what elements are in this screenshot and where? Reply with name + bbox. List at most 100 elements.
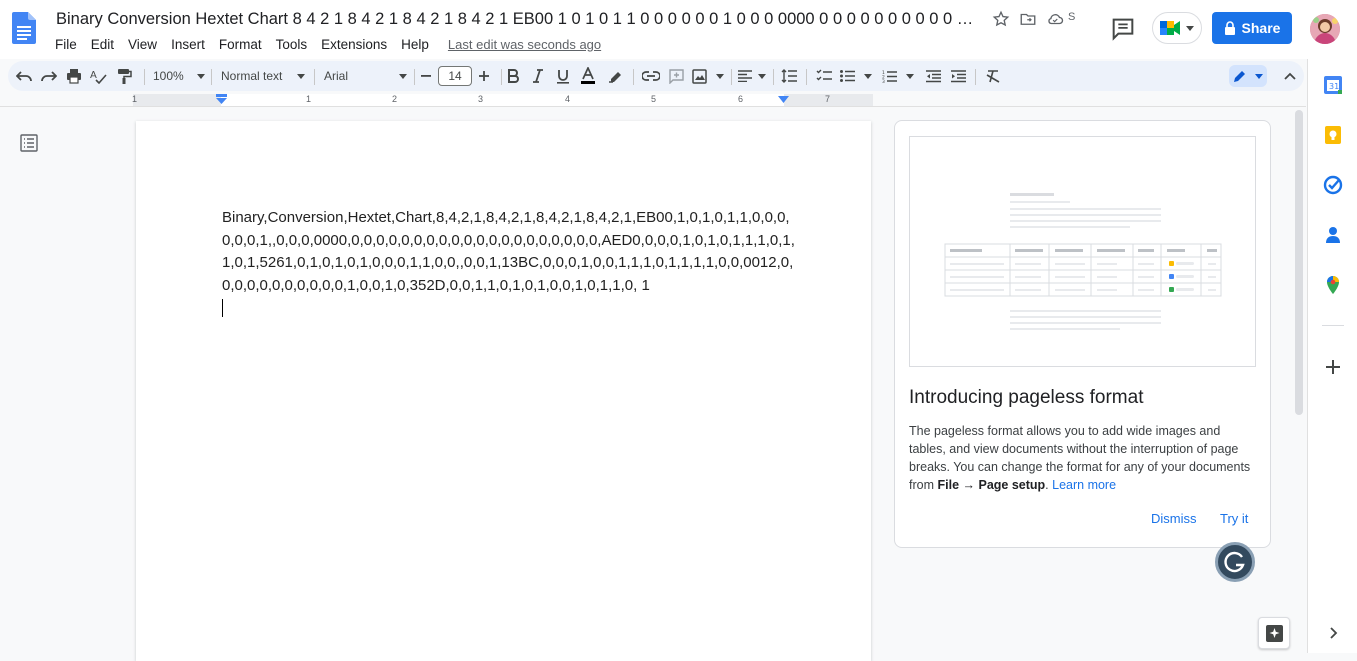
menu-bar: File Edit View Insert Format Tools Exten… — [48, 35, 601, 53]
hide-menus-icon[interactable] — [1280, 66, 1300, 86]
menu-extensions[interactable]: Extensions — [314, 37, 394, 52]
font-select[interactable]: Arial — [324, 66, 407, 86]
paragraph-style-value: Normal text — [221, 69, 283, 83]
chevron-down-icon — [716, 73, 724, 79]
chevron-down-icon — [864, 73, 872, 79]
last-edit-link[interactable]: Last edit was seconds ago — [448, 37, 601, 52]
pencil-icon — [1234, 70, 1246, 82]
italic-icon[interactable] — [528, 66, 548, 86]
chevron-right-icon[interactable] — [1323, 623, 1343, 643]
chevron-down-icon — [1186, 26, 1194, 31]
card-body-arrow: → — [959, 478, 979, 492]
bold-icon[interactable] — [503, 66, 523, 86]
document-body[interactable]: Binary,Conversion,Hextet,Chart,8,4,2,1,8… — [222, 207, 802, 320]
card-body-file: File — [937, 478, 960, 492]
editing-mode-select[interactable] — [1229, 65, 1267, 87]
menu-format[interactable]: Format — [212, 37, 269, 52]
clear-formatting-icon[interactable] — [983, 66, 1003, 86]
vertical-scrollbar[interactable] — [1295, 110, 1303, 415]
decrease-indent-icon[interactable] — [923, 66, 943, 86]
undo-icon[interactable] — [14, 66, 34, 86]
zoom-select[interactable]: 100% — [153, 66, 205, 86]
top-bar: Binary Conversion Hextet Chart 8 4 2 1 8… — [0, 0, 1357, 59]
toolbar-divider — [731, 69, 732, 85]
toolbar-divider — [806, 69, 807, 85]
cloud-saved-icon[interactable] — [1046, 10, 1064, 28]
docs-logo-icon[interactable] — [12, 12, 36, 44]
ruler-left-margin[interactable] — [133, 94, 221, 106]
bulleted-list-icon[interactable] — [840, 66, 872, 86]
toolbar-divider — [314, 69, 315, 85]
body-paragraph: Binary,Conversion,Hextet,Chart,8,4,2,1,8… — [222, 209, 795, 294]
add-addon-icon[interactable] — [1323, 357, 1343, 377]
avatar[interactable] — [1310, 14, 1340, 44]
toolbar-divider — [975, 69, 976, 85]
checklist-icon[interactable] — [814, 66, 834, 86]
menu-insert[interactable]: Insert — [164, 37, 212, 52]
ruler-number: 5 — [651, 94, 657, 104]
toolbar-divider — [144, 69, 145, 85]
dismiss-button[interactable]: Dismiss — [1151, 511, 1197, 526]
paint-format-icon[interactable] — [114, 66, 134, 86]
document-title[interactable]: Binary Conversion Hextet Chart 8 4 2 1 8… — [56, 10, 981, 29]
comment-history-icon[interactable] — [1109, 15, 1137, 43]
keep-icon[interactable] — [1323, 125, 1343, 145]
text-color-icon[interactable] — [578, 66, 598, 86]
chevron-down-icon — [197, 73, 205, 79]
numbered-list-icon[interactable]: 123 — [882, 66, 914, 86]
insert-link-icon[interactable] — [641, 66, 661, 86]
menu-view[interactable]: View — [121, 37, 164, 52]
learn-more-link[interactable]: Learn more — [1052, 478, 1116, 492]
contacts-icon[interactable] — [1323, 225, 1343, 245]
font-size-input[interactable]: 14 — [438, 66, 472, 86]
formatting-toolbar: A 100% Normal text Arial 14 123 — [8, 61, 1304, 91]
highlight-color-icon[interactable] — [605, 66, 625, 86]
left-indent-marker-icon[interactable] — [216, 94, 227, 106]
paragraph-style-select[interactable]: Normal text — [221, 66, 305, 86]
side-panel-divider — [1322, 325, 1344, 326]
chevron-down-icon — [297, 73, 305, 79]
menu-tools[interactable]: Tools — [269, 37, 315, 52]
ruler-number: 7 — [825, 94, 831, 104]
menu-edit[interactable]: Edit — [84, 37, 121, 52]
menu-help[interactable]: Help — [394, 37, 436, 52]
calendar-icon[interactable]: 31 — [1323, 75, 1343, 95]
redo-icon[interactable] — [39, 66, 59, 86]
right-indent-marker-icon[interactable] — [778, 96, 789, 104]
card-body-page-setup: Page setup — [978, 478, 1046, 492]
align-left-icon[interactable] — [738, 66, 766, 86]
share-button[interactable]: Share — [1212, 12, 1292, 44]
menu-file[interactable]: File — [48, 37, 84, 52]
explore-icon[interactable] — [1258, 617, 1290, 649]
svg-text:A: A — [90, 70, 97, 81]
move-folder-icon[interactable] — [1019, 10, 1037, 28]
underline-icon[interactable] — [553, 66, 573, 86]
ruler-number: 1 — [132, 94, 138, 104]
meet-button[interactable] — [1152, 12, 1202, 44]
ruler: 1 1 2 3 4 5 6 7 — [0, 93, 1306, 107]
text-cursor — [222, 299, 223, 318]
lock-icon — [1224, 21, 1235, 35]
spellcheck-icon[interactable]: A — [89, 66, 109, 86]
document-page[interactable]: Binary,Conversion,Hextet,Chart,8,4,2,1,8… — [136, 121, 871, 661]
star-icon[interactable] — [992, 10, 1010, 28]
document-outline-icon[interactable] — [20, 134, 40, 152]
grammarly-icon[interactable] — [1215, 542, 1255, 582]
decrease-font-size-button[interactable] — [416, 66, 436, 86]
toolbar-divider — [414, 69, 415, 85]
chevron-down-icon — [758, 73, 766, 79]
maps-icon[interactable] — [1323, 275, 1343, 295]
font-value: Arial — [324, 69, 349, 83]
add-comment-icon[interactable] — [666, 66, 686, 86]
increase-indent-icon[interactable] — [948, 66, 968, 86]
line-spacing-icon[interactable] — [779, 66, 799, 86]
chevron-down-icon — [1254, 73, 1263, 79]
tasks-icon[interactable] — [1323, 175, 1343, 195]
toolbar-divider — [501, 69, 502, 85]
ruler-number: 4 — [565, 94, 571, 104]
insert-image-icon[interactable] — [692, 66, 724, 86]
print-icon[interactable] — [64, 66, 84, 86]
increase-font-size-button[interactable] — [474, 66, 494, 86]
try-it-button[interactable]: Try it — [1220, 511, 1248, 526]
meet-icon — [1160, 21, 1180, 35]
